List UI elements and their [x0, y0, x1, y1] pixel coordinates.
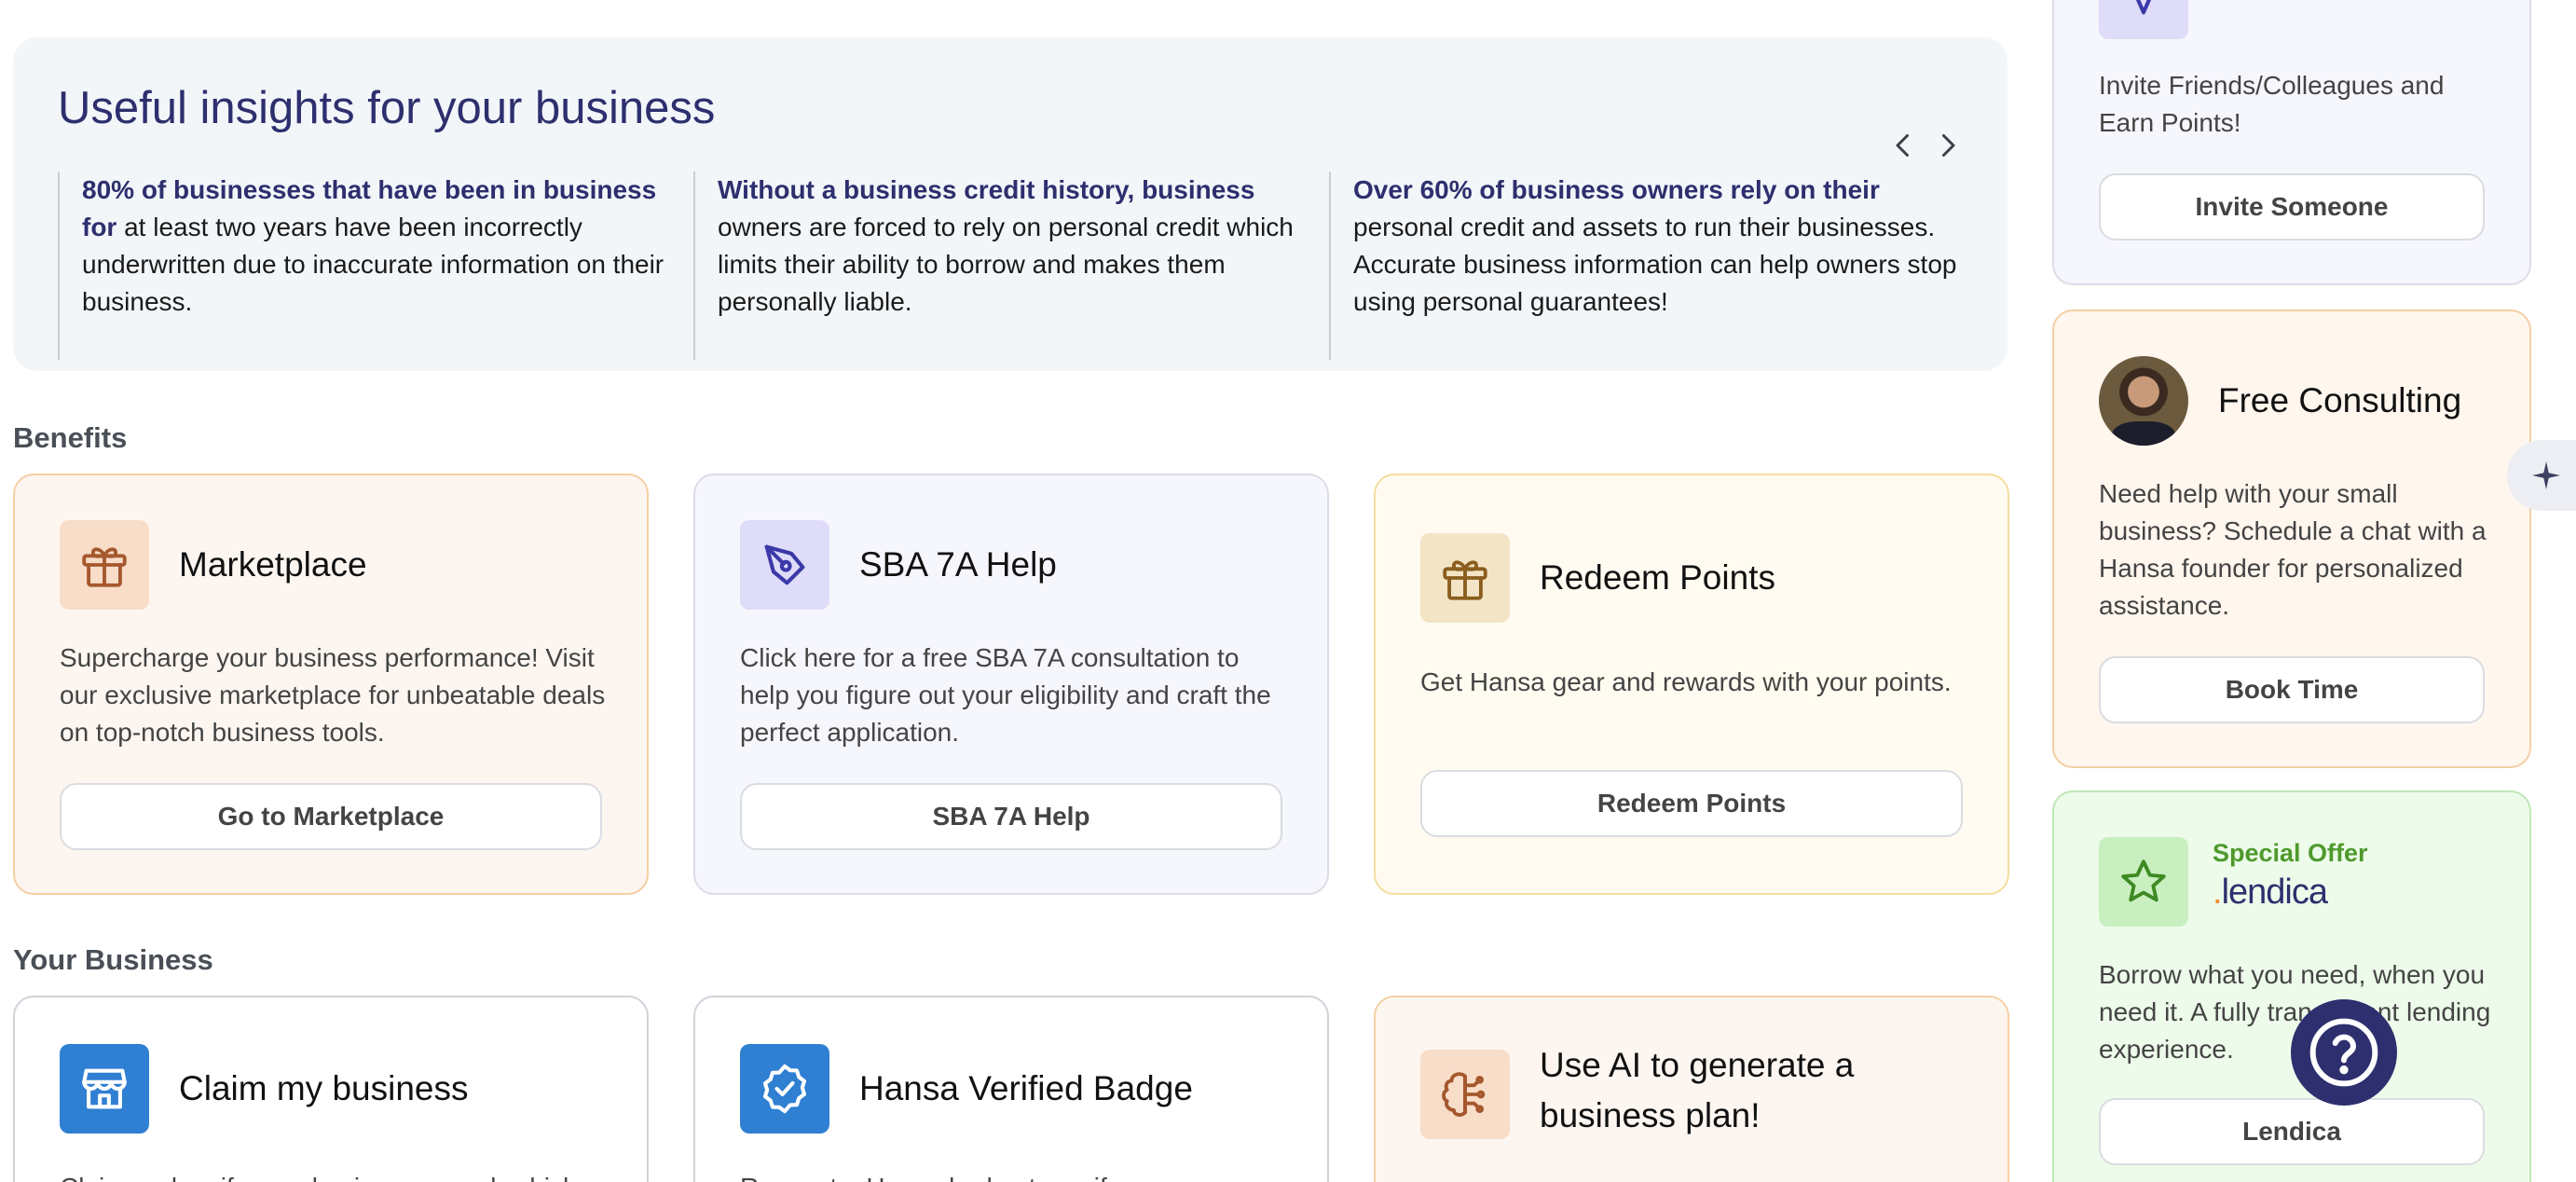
claim-business-card[interactable]: Claim my business Claim and verify your … — [13, 996, 649, 1182]
card-description: Request a Hansa badge to verify your — [740, 1169, 1286, 1182]
special-offer-label: Special Offer — [2213, 839, 2368, 867]
pen-tool-icon — [740, 520, 829, 610]
card-description: Supercharge your business performance! V… — [60, 643, 606, 747]
card-description: Invite Friends/Colleagues and Earn Point… — [2099, 71, 2445, 137]
card-title: Free Consulting — [2218, 381, 2462, 419]
invite-icon — [2099, 0, 2188, 39]
insights-panel: Useful insights for your business 80% of… — [13, 37, 2007, 371]
gift-icon — [1420, 533, 1510, 623]
lendica-logo: .lendica — [2213, 873, 2328, 913]
insight-item: 80% of businesses that have been in busi… — [58, 172, 673, 360]
insight-item: Over 60% of business owners rely on thei… — [1329, 172, 1972, 360]
card-title: Marketplace — [179, 545, 367, 584]
invite-someone-button[interactable]: Invite Someone — [2099, 173, 2485, 241]
sba-7a-card: SBA 7A Help Click here for a free SBA 7A… — [693, 474, 1329, 895]
store-icon — [60, 1044, 149, 1134]
ai-business-plan-card[interactable]: Use AI to generate a business plan! — [1374, 996, 2009, 1182]
verified-badge-card[interactable]: Hansa Verified Badge Request a Hansa bad… — [693, 996, 1329, 1182]
insight-item: Without a business credit history, busin… — [693, 172, 1309, 360]
your-business-section-title: Your Business — [13, 943, 213, 976]
card-description: Get Hansa gear and rewards with your poi… — [1420, 667, 1952, 696]
card-description: Need help with your small business? Sche… — [2099, 479, 2487, 620]
card-title: Hansa Verified Badge — [859, 1069, 1193, 1107]
special-offer-card: Special Offer .lendica Borrow what you n… — [2052, 790, 2531, 1182]
card-description: Claim and verify your business record, w… — [60, 1169, 606, 1182]
card-title: Invite and Earn — [2218, 0, 2450, 7]
card-title: Claim my business — [179, 1069, 469, 1107]
redeem-points-card: Redeem Points Get Hansa gear and rewards… — [1374, 474, 2009, 895]
book-time-button[interactable]: Book Time — [2099, 656, 2485, 723]
go-to-marketplace-button[interactable]: Go to Marketplace — [60, 783, 602, 850]
insight-bold: Without a business credit history, busin… — [718, 175, 1255, 204]
card-title: Use AI to generate a business plan! — [1540, 1046, 1855, 1134]
chevron-right-icon[interactable] — [1931, 129, 1965, 162]
star-icon — [2099, 837, 2188, 927]
lendica-logo-text: lendica — [2221, 873, 2328, 912]
avatar — [2099, 356, 2188, 446]
insight-bold: Over 60% of business owners rely on thei… — [1353, 175, 1880, 204]
card-title: SBA 7A Help — [859, 545, 1057, 584]
insight-text: personal credit and assets to run their … — [1353, 213, 1957, 316]
card-title: Redeem Points — [1540, 558, 1775, 597]
insights-title: Useful insights for your business — [58, 83, 716, 133]
insight-text: at least two years have been incorrectly… — [82, 213, 665, 316]
sba-7a-help-button[interactable]: SBA 7A Help — [740, 783, 1282, 850]
sparkle-icon[interactable] — [2507, 440, 2576, 511]
redeem-points-button[interactable]: Redeem Points — [1420, 770, 1963, 837]
help-icon[interactable] — [2291, 999, 2397, 1106]
benefits-section-title: Benefits — [13, 421, 128, 454]
insight-text: owners are forced to rely on personal cr… — [718, 213, 1294, 316]
free-consulting-card: Free Consulting Need help with your smal… — [2052, 309, 2531, 768]
verified-badge-icon — [740, 1044, 829, 1134]
marketplace-card: Marketplace Supercharge your business pe… — [13, 474, 649, 895]
brain-icon — [1420, 1050, 1510, 1139]
lendica-button[interactable]: Lendica — [2099, 1098, 2485, 1165]
invite-earn-card: Invite and Earn Invite Friends/Colleague… — [2052, 0, 2531, 285]
gift-icon — [60, 520, 149, 610]
lendica-logo-dot: . — [2213, 873, 2223, 912]
chevron-left-icon[interactable] — [1886, 129, 1920, 162]
card-description: Click here for a free SBA 7A consultatio… — [740, 643, 1271, 747]
